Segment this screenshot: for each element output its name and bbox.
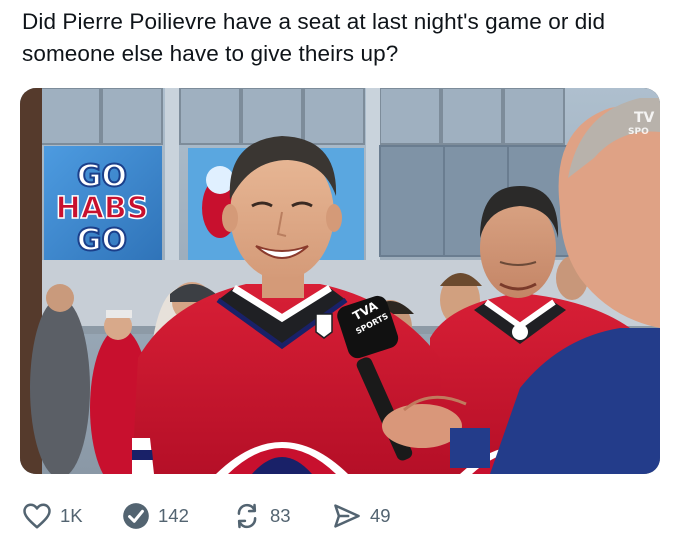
svg-text:GO: GO <box>77 223 127 258</box>
share-icon <box>332 502 362 530</box>
repost-button[interactable]: 83 <box>232 498 291 534</box>
post-media-image[interactable]: GO HABS GO TVA SPORTS TV SPO <box>20 88 660 474</box>
svg-text:GO: GO <box>77 159 127 194</box>
go-habs-go-sign: GO HABS GO <box>44 146 162 264</box>
interview-photo: GO HABS GO TVA SPORTS TV SPO <box>20 88 660 474</box>
action-bar: 1K 142 83 49 <box>22 498 662 534</box>
share-button[interactable]: 49 <box>332 498 391 534</box>
post-text: Did Pierre Poilievre have a seat at last… <box>22 9 606 66</box>
reply-button[interactable]: 142 <box>122 498 189 534</box>
like-count: 1K <box>60 505 83 526</box>
reply-count: 142 <box>158 505 189 526</box>
like-button[interactable]: 1K <box>22 498 83 534</box>
check-badge-icon <box>122 502 150 530</box>
heart-icon <box>22 502 52 530</box>
svg-text:SPO: SPO <box>628 127 649 137</box>
repost-count: 83 <box>270 505 291 526</box>
svg-text:TV: TV <box>634 110 655 126</box>
repost-icon <box>232 502 262 530</box>
share-count: 49 <box>370 505 391 526</box>
svg-text:HABS: HABS <box>56 191 149 226</box>
